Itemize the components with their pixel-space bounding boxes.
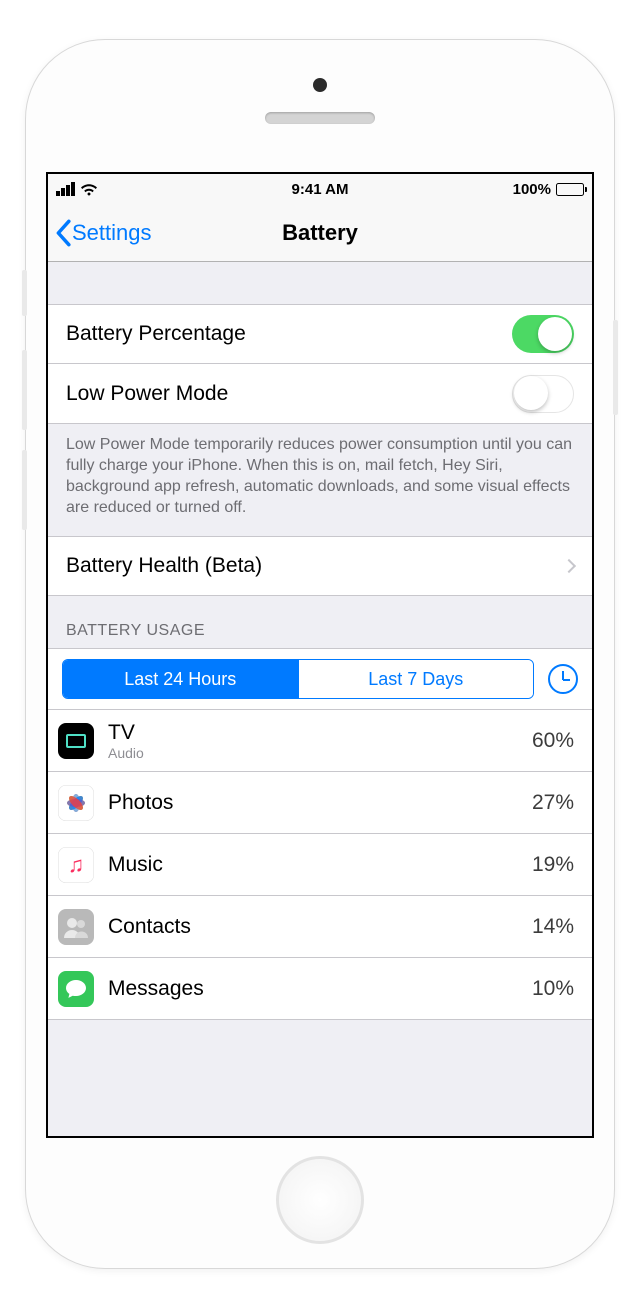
ring-switch [22,270,27,316]
photos-app-icon [58,785,94,821]
usage-app-name: Music [108,853,532,877]
iphone-device-frame: 9:41 AM 100% Settings Battery Battery Pe… [25,39,615,1269]
page-title: Battery [48,220,592,246]
tv-app-icon [58,723,94,759]
usage-list: TVAudio60%Photos27%♫Music19%Contacts14%M… [48,710,592,1020]
segment-last-24-hours[interactable]: Last 24 Hours [63,660,298,698]
usage-row[interactable]: Contacts14% [48,896,592,958]
battery-health-label: Battery Health (Beta) [66,554,564,578]
usage-app-name: Photos [108,791,532,815]
segment-last-7-days[interactable]: Last 7 Days [298,660,534,698]
low-power-mode-label: Low Power Mode [66,382,512,406]
usage-app-text: Messages [108,977,532,1001]
status-time: 9:41 AM [48,181,592,198]
screen: 9:41 AM 100% Settings Battery Battery Pe… [46,172,594,1138]
usage-app-text: Photos [108,791,532,815]
battery-health-row[interactable]: Battery Health (Beta) [48,536,592,596]
volume-down-button [22,450,27,530]
clock-detail-button[interactable] [548,664,578,694]
usage-app-text: TVAudio [108,721,532,761]
front-camera [313,78,327,92]
battery-percentage-row[interactable]: Battery Percentage [48,304,592,364]
usage-row[interactable]: TVAudio60% [48,710,592,772]
usage-app-name: Contacts [108,915,532,939]
content-scroll[interactable]: Battery Percentage Low Power Mode Low Po… [48,262,592,1136]
low-power-mode-footer: Low Power Mode temporarily reduces power… [48,424,592,536]
usage-app-text: Contacts [108,915,532,939]
battery-percentage-label: Battery Percentage [66,322,512,346]
usage-row[interactable]: ♫ Music19% [48,834,592,896]
battery-percentage-toggle[interactable] [512,315,574,353]
usage-row[interactable]: Messages10% [48,958,592,1020]
usage-app-name: TV [108,721,532,745]
music-app-icon: ♫ [58,847,94,883]
volume-up-button [22,350,27,430]
power-button [613,320,618,415]
status-bar: 9:41 AM 100% [48,174,592,204]
battery-icon [556,183,584,196]
usage-period-segmented: Last 24 Hours Last 7 Days [62,659,534,699]
low-power-mode-row[interactable]: Low Power Mode [48,364,592,424]
messages-app-icon [58,971,94,1007]
usage-period-row: Last 24 Hours Last 7 Days [48,648,592,710]
usage-app-text: Music [108,853,532,877]
home-button[interactable] [276,1156,364,1244]
low-power-mode-toggle[interactable] [512,375,574,413]
battery-usage-header: BATTERY USAGE [48,596,592,648]
usage-row[interactable]: Photos27% [48,772,592,834]
usage-app-percentage: 14% [532,915,574,939]
usage-app-percentage: 19% [532,853,574,877]
chevron-right-icon [562,559,576,573]
navigation-bar: Settings Battery [48,204,592,262]
contacts-app-icon [58,909,94,945]
usage-app-percentage: 27% [532,791,574,815]
usage-app-name: Messages [108,977,532,1001]
usage-app-sublabel: Audio [108,745,532,761]
usage-app-percentage: 60% [532,729,574,753]
earpiece-speaker [265,112,375,124]
usage-app-percentage: 10% [532,977,574,1001]
